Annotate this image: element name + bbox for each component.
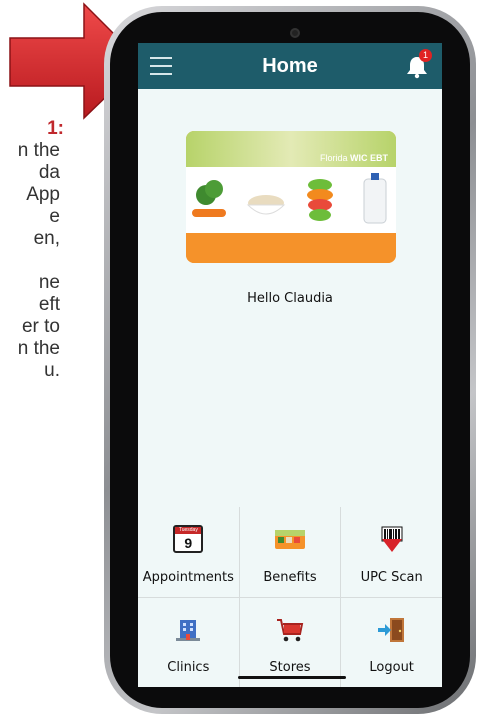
notification-badge: 1 bbox=[419, 49, 432, 62]
calendar-icon: Tuesday 9 bbox=[173, 525, 204, 553]
tile-label: Appointments bbox=[142, 569, 234, 585]
tile-label: Clinics bbox=[167, 660, 210, 675]
instruction-line: en, bbox=[33, 228, 60, 249]
page-title: Home bbox=[262, 55, 318, 77]
clinic-building-icon bbox=[176, 619, 201, 641]
instruction-line: ne bbox=[38, 272, 60, 293]
tile-benefits[interactable]: Benefits bbox=[239, 507, 341, 597]
broccoli-carrot-photo bbox=[186, 167, 240, 233]
barcode-scan-icon bbox=[381, 526, 403, 552]
instruction-line: eft bbox=[38, 294, 60, 315]
tile-stores[interactable]: Stores bbox=[239, 597, 341, 687]
benefits-card-icon bbox=[274, 530, 305, 549]
phone-frame: Home 1 Florida WIC EBT Hello Claudia Tue… bbox=[104, 6, 476, 714]
app-header: Home 1 bbox=[138, 43, 442, 89]
instruction-line: u. bbox=[44, 360, 60, 381]
shopping-cart-icon bbox=[276, 618, 304, 641]
greeting-text: Hello Claudia bbox=[247, 291, 333, 306]
tile-appointments[interactable]: Tuesday 9 Appointments bbox=[138, 507, 239, 597]
instruction-line: App bbox=[26, 184, 60, 205]
tile-clinics[interactable]: Clinics bbox=[138, 597, 239, 687]
card-food-photos bbox=[186, 167, 396, 233]
navigation-grid: Tuesday 9 Appointments Benefits UPC Scan… bbox=[138, 507, 442, 687]
card-brand: Florida bbox=[319, 153, 348, 163]
instruction-line: er to bbox=[21, 316, 60, 337]
instruction-line: n the bbox=[17, 140, 60, 161]
tile-label: Stores bbox=[269, 660, 311, 675]
app-screen: Home 1 Florida WIC EBT Hello Claudia Tue… bbox=[138, 43, 442, 687]
card-bottom-band bbox=[186, 233, 396, 263]
home-content: Florida WIC EBT Hello Claudia bbox=[138, 89, 442, 507]
tile-label: Logout bbox=[369, 660, 414, 675]
wic-ebt-card-image: Florida WIC EBT bbox=[186, 131, 396, 263]
milk-jug-photo bbox=[348, 167, 396, 233]
logout-door-icon bbox=[377, 617, 404, 642]
calendar-day: 9 bbox=[184, 535, 193, 551]
step-label: 1: bbox=[47, 118, 64, 139]
tile-upc-scan[interactable]: UPC Scan bbox=[341, 507, 442, 597]
instruction-line: n the bbox=[17, 338, 60, 359]
fruit-stack-photo bbox=[294, 167, 348, 233]
camera-icon bbox=[290, 28, 300, 38]
instructions-text: 1: n the da App e en, ne eft er to n the… bbox=[0, 118, 120, 382]
instruction-line: da bbox=[38, 162, 60, 183]
rice-bowl-photo bbox=[240, 167, 294, 233]
tile-label: UPC Scan bbox=[360, 569, 423, 585]
home-indicator[interactable] bbox=[238, 676, 346, 679]
card-brand-label: Florida WIC EBT bbox=[320, 153, 388, 163]
card-brand-bold: WIC EBT bbox=[350, 153, 388, 163]
instruction-line bbox=[0, 250, 120, 272]
calendar-weekday: Tuesday bbox=[175, 527, 202, 534]
tile-label: Benefits bbox=[263, 569, 317, 585]
tile-logout[interactable]: Logout bbox=[341, 597, 442, 687]
instruction-line: e bbox=[49, 206, 60, 227]
